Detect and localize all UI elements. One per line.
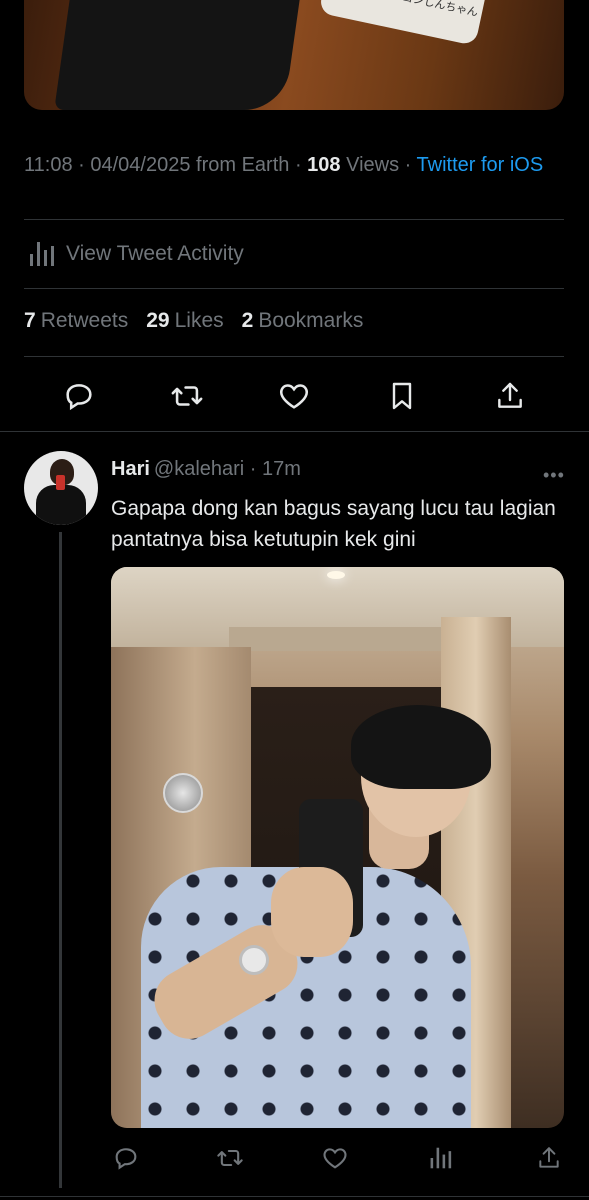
share-button[interactable]	[488, 374, 532, 418]
reply-share-button[interactable]	[531, 1140, 567, 1176]
stat-retweets[interactable]: 7 Retweets	[24, 309, 128, 333]
share-icon	[539, 1147, 559, 1168]
more-options-icon[interactable]: •••	[543, 465, 565, 486]
reply-retweet-button[interactable]	[212, 1140, 248, 1176]
client-link[interactable]: Twitter for iOS	[417, 154, 544, 176]
photo-hair	[351, 705, 491, 789]
reply-time[interactable]: 17m	[262, 458, 301, 480]
divider	[24, 288, 564, 289]
divider	[24, 219, 564, 220]
reply-header: Hari @kalehari · 17m	[111, 458, 301, 480]
media-fabric	[54, 0, 304, 110]
like-button[interactable]	[272, 374, 316, 418]
tweet-location: from Earth	[190, 154, 290, 176]
author-name[interactable]: Hari	[111, 458, 150, 480]
reply-button[interactable]	[57, 374, 101, 418]
views-label: Views	[340, 154, 400, 176]
view-tweet-activity[interactable]: View Tweet Activity	[28, 238, 244, 270]
like-icon	[323, 1148, 347, 1169]
reply-icon	[66, 384, 92, 411]
stat-bookmarks[interactable]: 2 Bookmarks	[242, 309, 364, 333]
divider	[0, 431, 589, 432]
reply-text: Gapapa dong kan bagus sayang lucu tau la…	[111, 497, 556, 551]
divider	[0, 1196, 589, 1197]
photo-ceiling-recess	[229, 627, 449, 651]
stat-likes[interactable]: 29 Likes	[146, 309, 223, 333]
like-icon	[279, 384, 309, 409]
tweet-media-image[interactable]: クレヨンしんちゃん	[24, 0, 564, 110]
retweet-icon	[217, 1149, 243, 1167]
tweet-stats: 7 Retweets 29 Likes 2 Bookmarks	[24, 309, 363, 333]
author-handle[interactable]: @kalehari	[154, 458, 244, 480]
thread-line	[59, 532, 62, 1188]
reply-media-image[interactable]	[111, 567, 564, 1128]
activity-label: View Tweet Activity	[66, 242, 244, 265]
analytics-icon	[430, 1147, 452, 1169]
analytics-icon	[30, 242, 54, 266]
tweet-date: 04/04/2025	[90, 154, 191, 176]
bookmark-button[interactable]	[380, 374, 424, 418]
photo-hand	[271, 867, 353, 957]
divider	[24, 356, 564, 357]
reply-like-button[interactable]	[317, 1140, 353, 1176]
photo-round-mirror	[163, 773, 203, 813]
share-icon	[498, 382, 522, 408]
retweet-button[interactable]	[165, 374, 209, 418]
reply-reply-button[interactable]	[108, 1140, 144, 1176]
avatar-phone	[56, 475, 65, 490]
tweet-meta: 11:08 · 04/04/2025 from Earth · 108 View…	[24, 154, 544, 176]
photo-ceiling-light	[327, 571, 345, 579]
reply-analytics-button[interactable]	[422, 1140, 458, 1176]
reply-icon	[115, 1148, 137, 1170]
tweet-time: 11:08	[24, 154, 73, 176]
views-count: 108	[307, 154, 341, 176]
avatar[interactable]	[24, 451, 98, 525]
retweet-icon	[171, 386, 203, 406]
reply-actions	[111, 1140, 571, 1176]
photo-watch	[239, 945, 269, 975]
tweet-actions	[24, 374, 564, 418]
bookmark-icon	[392, 382, 412, 410]
avatar-body	[36, 485, 86, 525]
